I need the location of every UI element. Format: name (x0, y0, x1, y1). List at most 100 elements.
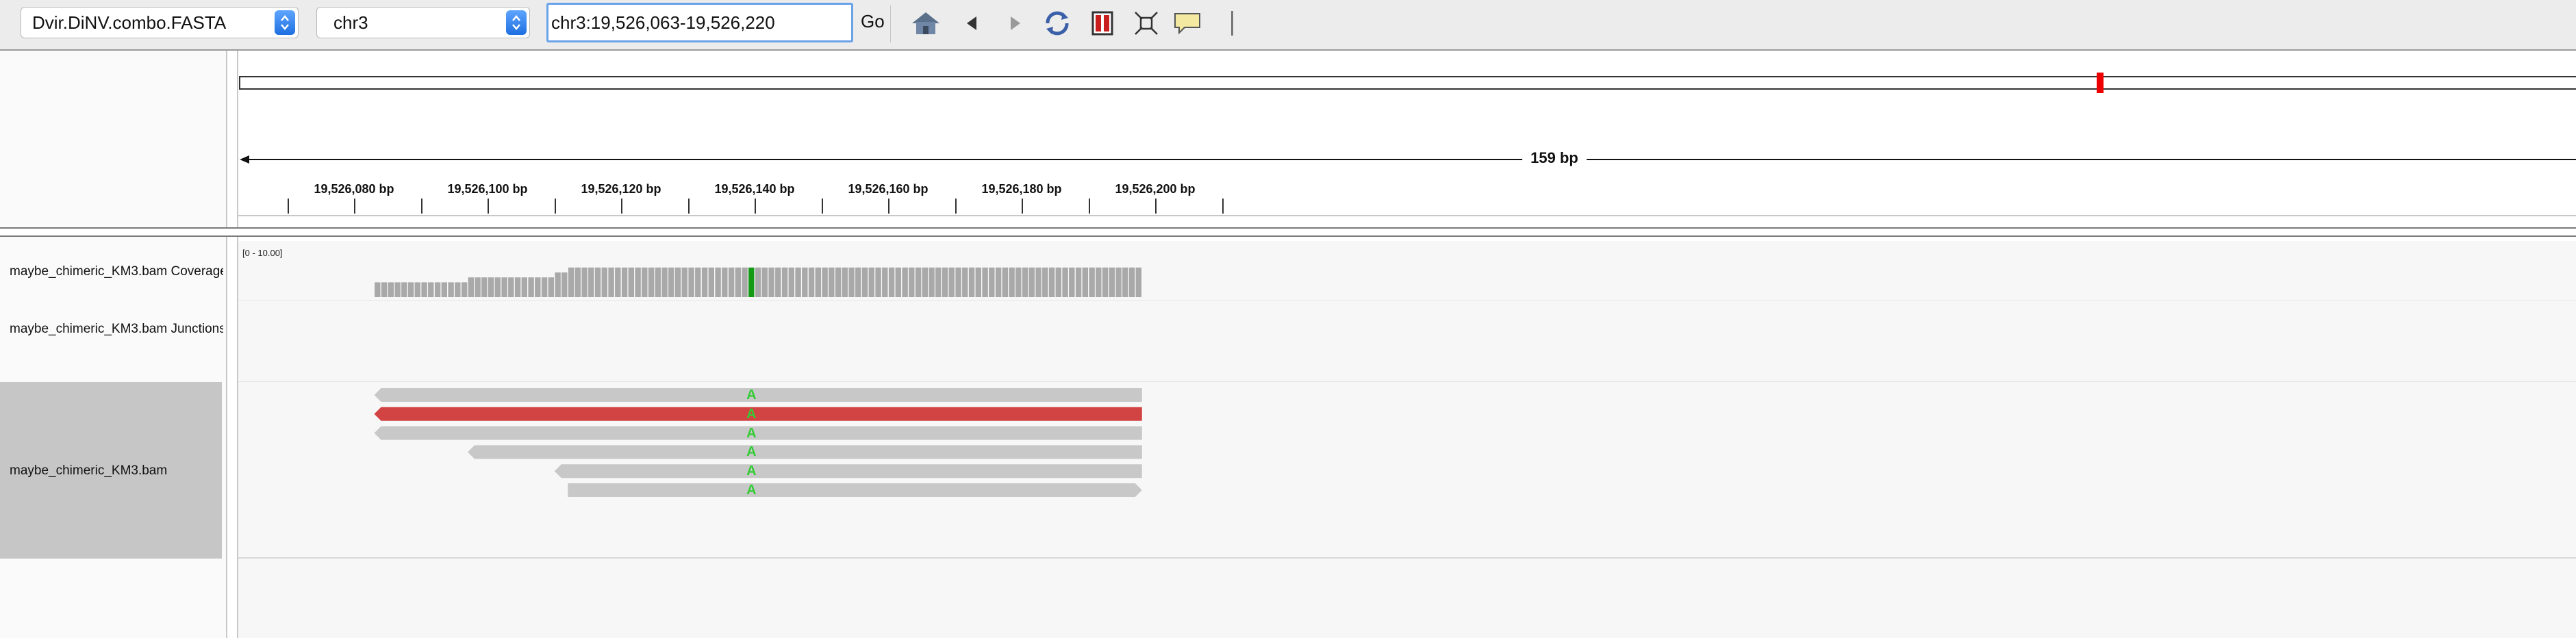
coverage-bar (655, 267, 661, 297)
coverage-bar (401, 282, 407, 297)
coverage-bar (434, 282, 441, 297)
refresh-icon[interactable] (1041, 8, 1074, 38)
coverage-bar (1002, 267, 1008, 297)
chromosome-dropdown[interactable]: chr3 (316, 7, 530, 38)
coverage-track[interactable]: [0 - 10.00] (238, 241, 2576, 301)
roi-icon[interactable] (1086, 8, 1119, 38)
coverage-bar (674, 267, 681, 297)
alignment-track-name[interactable]: maybe_chimeric_KM3.bam (10, 463, 223, 478)
coverage-bar (995, 267, 1002, 297)
home-icon[interactable] (909, 8, 942, 38)
alignment-track[interactable]: AAAAAA (238, 382, 2576, 559)
coverage-bar (1055, 267, 1061, 297)
coverage-bar (948, 267, 955, 297)
coverage-bar (781, 267, 788, 297)
ruler-tick-label: 19,526,120 bp (581, 182, 661, 196)
coverage-bar (608, 267, 614, 297)
coverage-bar (594, 267, 601, 297)
coverage-bar (688, 267, 694, 297)
coverage-bar (615, 267, 621, 297)
coverage-bar (1028, 267, 1035, 297)
ruler-tick (1222, 199, 1224, 214)
genome-dropdown[interactable]: Dvir.DiNV.combo.FASTA (21, 7, 299, 38)
panel-divider[interactable] (226, 51, 238, 638)
alignment-read[interactable] (554, 464, 1142, 478)
coverage-bar (421, 282, 427, 297)
genome-dropdown-arrow-icon[interactable] (275, 10, 295, 35)
alignment-read[interactable] (374, 407, 1142, 421)
alignment-read[interactable] (374, 388, 1142, 402)
coverage-bar (501, 277, 507, 297)
forward-arrow-icon[interactable] (998, 8, 1031, 38)
chromosome-current-region (2097, 73, 2104, 93)
coverage-histogram (375, 267, 1141, 297)
coverage-bar (888, 267, 895, 297)
chromosome-ideogram[interactable] (238, 70, 2576, 97)
junction-track-name[interactable]: maybe_chimeric_KM3.bam Junctions (10, 322, 223, 337)
coverage-bar (1075, 267, 1082, 297)
coverage-bar (668, 267, 674, 297)
mismatch-base-letter: A (746, 406, 757, 422)
coverage-bar (428, 282, 434, 297)
coverage-bar (388, 282, 394, 297)
coverage-bar (621, 267, 628, 297)
coverage-bar (375, 282, 381, 297)
popup-text-icon[interactable] (1171, 8, 1204, 38)
coverage-bar (468, 277, 474, 297)
go-button[interactable]: Go (861, 11, 885, 32)
coverage-bar (488, 277, 494, 297)
ruler-tick-label: 19,526,160 bp (848, 182, 929, 196)
coverage-bar (842, 267, 848, 297)
coverage-bar (909, 267, 915, 297)
coverage-bar (642, 267, 648, 297)
coverage-bar (775, 267, 781, 297)
coverage-bar (788, 267, 794, 297)
coverage-bar (895, 267, 901, 297)
junction-track[interactable] (238, 301, 2576, 382)
coverage-bar (748, 267, 755, 297)
coverage-bar (568, 267, 574, 297)
locus-input[interactable] (551, 9, 846, 36)
ruler-tick-label: 19,526,100 bp (447, 182, 528, 196)
coverage-bar (708, 267, 714, 297)
coverage-bar (628, 267, 634, 297)
ruler-tick (1022, 199, 1023, 214)
ruler-tick (421, 199, 422, 214)
coverage-bar (835, 267, 842, 297)
coverage-bar (875, 267, 881, 297)
alignment-read[interactable] (568, 483, 1142, 497)
coverage-bar (481, 277, 488, 297)
ruler-tick (555, 199, 556, 214)
span-arrow (240, 155, 2576, 164)
coverage-bar (942, 267, 948, 297)
coverage-bar (1069, 267, 1075, 297)
coverage-bar (448, 282, 454, 297)
coverage-bar (1062, 267, 1068, 297)
track-panel-separator[interactable] (0, 227, 2576, 237)
ruler-tick (888, 199, 889, 214)
track-area: [0 - 10.00] AAAAAA (238, 241, 2576, 638)
coverage-bar (555, 272, 561, 297)
ruler-tick (354, 199, 355, 214)
coverage-bar (508, 277, 514, 297)
ruler-bottom-line (238, 215, 2576, 216)
coverage-bar (761, 267, 768, 297)
coverage-bar (681, 267, 687, 297)
alignment-read[interactable] (468, 445, 1142, 459)
chromosome-dropdown-arrow-icon[interactable] (506, 10, 527, 35)
coverage-track-name[interactable]: maybe_chimeric_KM3.bam Coverage (10, 264, 223, 279)
locus-box (546, 3, 853, 42)
coverage-bar (808, 267, 815, 297)
coverage-bar (494, 277, 501, 297)
genome-dropdown-value: Dvir.DiNV.combo.FASTA (32, 12, 227, 33)
coverage-bar (475, 277, 481, 297)
coverage-bar (848, 267, 855, 297)
back-arrow-icon[interactable] (956, 8, 989, 38)
ruler-tick-label: 19,526,200 bp (1115, 182, 1196, 196)
resize-icon[interactable] (1130, 8, 1163, 38)
coverage-bar (1128, 267, 1135, 297)
coverage-bar (601, 267, 607, 297)
alignment-read[interactable] (374, 426, 1142, 440)
mismatch-base-letter: A (746, 387, 757, 403)
chromosome-dropdown-value: chr3 (333, 12, 368, 33)
